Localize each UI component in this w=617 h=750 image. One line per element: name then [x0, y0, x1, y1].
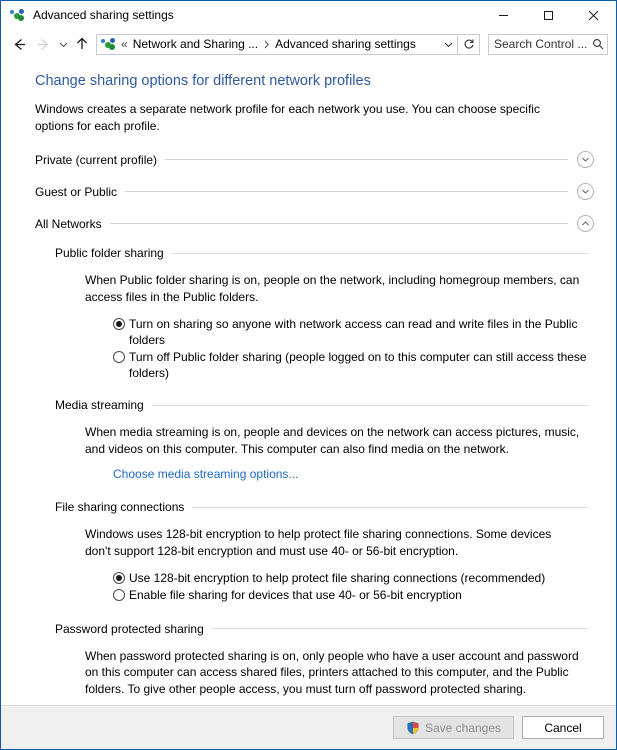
minimize-icon[interactable] — [481, 1, 526, 29]
radio-group-file-sharing-connections: Use 128-bit encryption to help protect f… — [113, 570, 594, 603]
radio-label: Turn off Public folder sharing (people l… — [129, 349, 587, 381]
section-rule — [171, 252, 589, 254]
profile-label-private: Private (current profile) — [35, 152, 158, 167]
section-media-streaming: Media streaming When media streaming is … — [55, 397, 594, 481]
section-description-password-protected-sharing: When password protected sharing is on, o… — [85, 648, 579, 696]
content-area: Change sharing options for different net… — [1, 59, 616, 705]
profile-section-private[interactable]: Private (current profile) — [35, 149, 594, 170]
radio-mark — [113, 588, 125, 601]
section-body: When Public folder sharing is on, people… — [85, 272, 594, 381]
section-public-folder-sharing: Public folder sharing When Public folder… — [55, 245, 594, 381]
section-header: Public folder sharing — [55, 245, 594, 261]
section-body: Windows uses 128-bit encryption to help … — [85, 526, 594, 602]
refresh-icon[interactable] — [458, 33, 480, 55]
choose-media-streaming-options-link[interactable]: Choose media streaming options... — [113, 467, 298, 481]
breadcrumb-item-advanced-sharing-settings[interactable]: Advanced sharing settings — [275, 37, 416, 51]
forward-arrow-icon — [31, 32, 55, 56]
profile-rule — [109, 223, 568, 225]
section-heading-password-protected-sharing: Password protected sharing — [55, 621, 204, 636]
save-changes-button[interactable]: Save changes — [392, 716, 514, 739]
network-sharing-icon — [10, 7, 26, 23]
advanced-sharing-settings-window: Advanced sharing settings « Network and … — [0, 0, 617, 750]
section-description-file-sharing-connections: Windows uses 128-bit encryption to help … — [85, 527, 552, 558]
section-description-media-streaming: When media streaming is on, people and d… — [85, 425, 580, 456]
profile-section-all-networks[interactable]: All Networks — [35, 213, 594, 234]
section-rule — [192, 506, 589, 508]
chevron-up-icon[interactable] — [577, 215, 594, 233]
radio-enable-40-or-56-bit-encryption[interactable]: Enable file sharing for devices that use… — [113, 587, 594, 603]
radio-use-128-bit-encryption[interactable]: Use 128-bit encryption to help protect f… — [113, 570, 594, 586]
radio-group-public-folder-sharing: Turn on sharing so anyone with network a… — [113, 316, 594, 382]
profile-label-all-networks: All Networks — [35, 216, 102, 231]
section-heading-public-folder-sharing: Public folder sharing — [55, 246, 164, 261]
radio-mark — [113, 571, 125, 584]
breadcrumb-overflow[interactable]: « — [120, 37, 133, 51]
section-body: When media streaming is on, people and d… — [85, 424, 594, 481]
radio-public-folder-turn-on[interactable]: Turn on sharing so anyone with network a… — [113, 316, 594, 348]
profile-section-guest-or-public[interactable]: Guest or Public — [35, 181, 594, 202]
address-network-sharing-icon — [101, 36, 117, 52]
profile-rule — [165, 159, 568, 161]
back-arrow-icon[interactable] — [7, 32, 31, 56]
radio-label: Turn on sharing so anyone with network a… — [129, 316, 578, 347]
close-icon[interactable] — [571, 1, 616, 29]
section-description-public-folder-sharing: When Public folder sharing is on, people… — [85, 273, 580, 305]
section-body: When password protected sharing is on, o… — [85, 648, 594, 705]
section-header: Media streaming — [55, 397, 594, 413]
radio-mark — [113, 350, 125, 363]
breadcrumb-separator-icon[interactable] — [258, 40, 275, 49]
cancel-button[interactable]: Cancel — [522, 716, 604, 739]
up-arrow-icon[interactable] — [71, 32, 93, 56]
breadcrumb-item-network-and-sharing[interactable]: Network and Sharing ... — [133, 37, 258, 51]
section-header: Password protected sharing — [55, 621, 594, 637]
section-heading-file-sharing-connections: File sharing connections — [55, 500, 185, 515]
cancel-label: Cancel — [544, 720, 582, 735]
window-title: Advanced sharing settings — [33, 8, 174, 22]
footer-button-bar: Save changes Cancel — [1, 705, 616, 749]
page-description: Windows creates a separate network profi… — [35, 102, 540, 133]
section-heading-media-streaming: Media streaming — [55, 398, 144, 413]
uac-shield-icon — [407, 720, 419, 735]
profile-rule — [125, 191, 568, 193]
search-box[interactable] — [488, 33, 608, 55]
address-bar[interactable]: « Network and Sharing ... Advanced shari… — [96, 33, 458, 55]
maximize-icon[interactable] — [526, 1, 571, 29]
chevron-down-icon[interactable] — [577, 183, 594, 201]
window-controls — [481, 1, 616, 29]
section-rule — [151, 404, 589, 406]
navigation-bar: « Network and Sharing ... Advanced shari… — [1, 29, 616, 59]
profile-label-guest-or-public: Guest or Public — [35, 184, 118, 199]
section-header: File sharing connections — [55, 499, 594, 515]
address-chevron-down-icon[interactable] — [439, 40, 457, 49]
page-title: Change sharing options for different net… — [35, 73, 371, 89]
title-bar: Advanced sharing settings — [1, 1, 616, 29]
radio-mark — [113, 317, 125, 330]
section-file-sharing-connections: File sharing connections Windows uses 12… — [55, 499, 594, 602]
save-changes-label: Save changes — [424, 720, 501, 735]
radio-label: Use 128-bit encryption to help protect f… — [129, 570, 546, 585]
radio-public-folder-turn-off[interactable]: Turn off Public folder sharing (people l… — [113, 349, 594, 381]
radio-label: Enable file sharing for devices that use… — [129, 587, 462, 602]
search-icon[interactable] — [589, 38, 607, 50]
recent-locations-chevron-down-icon[interactable] — [55, 32, 71, 56]
section-rule — [211, 628, 589, 630]
section-password-protected-sharing: Password protected sharing When password… — [55, 621, 594, 705]
search-input[interactable] — [489, 37, 589, 51]
chevron-down-icon[interactable] — [577, 151, 594, 169]
